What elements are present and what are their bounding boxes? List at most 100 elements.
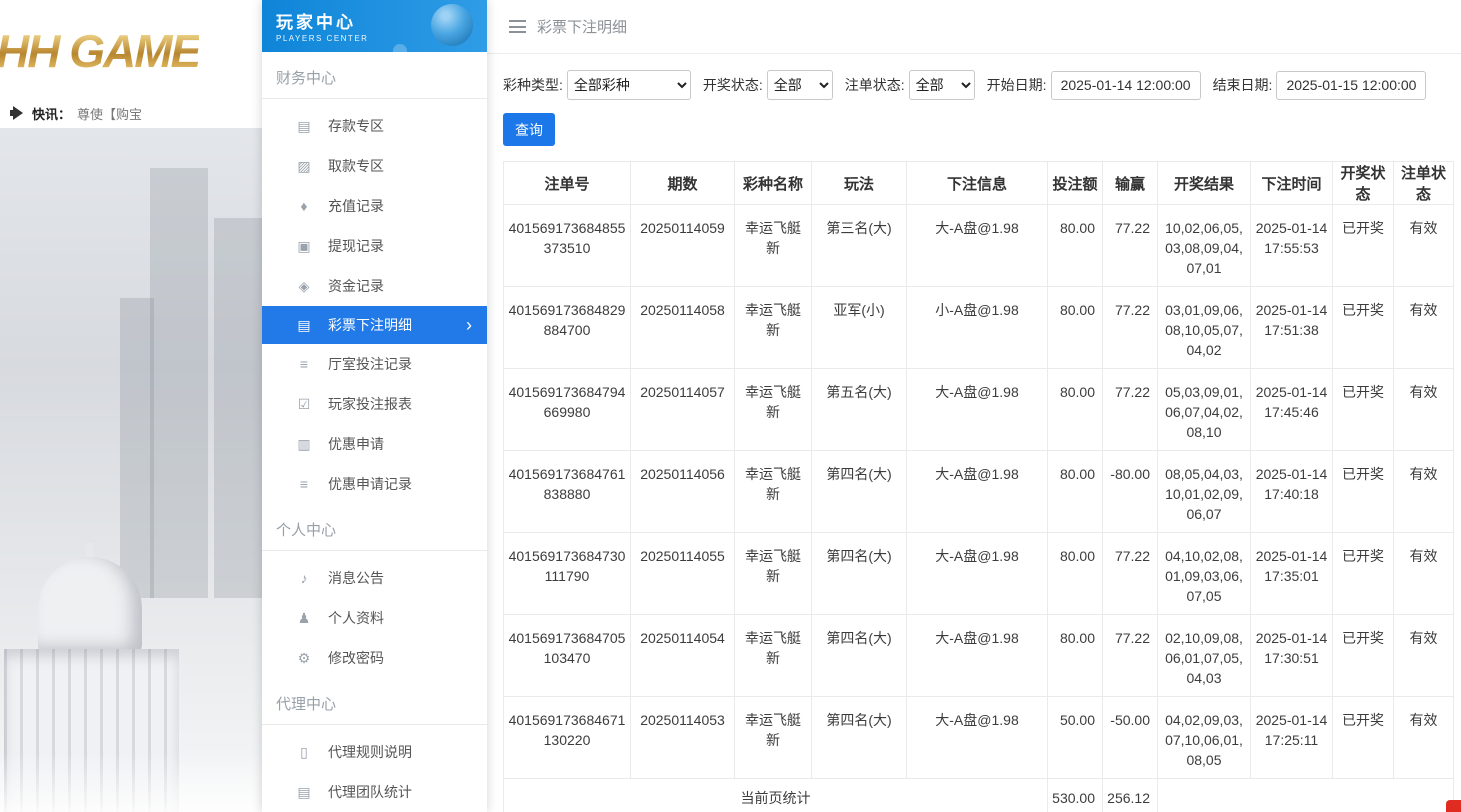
building-silhouette bbox=[214, 218, 262, 598]
cell-bet-info: 大-A盘@1.98 bbox=[907, 451, 1048, 533]
sidebar-item[interactable]: ▤彩票下注明细› bbox=[262, 306, 487, 344]
draw-status-select[interactable]: 全部 bbox=[767, 70, 833, 100]
profile-icon: ♟ bbox=[295, 610, 313, 627]
sidebar-item[interactable]: ▣ 提现记录 bbox=[262, 226, 487, 266]
cell-draw-result: 02,10,09,08,06,01,07,05,04,03 bbox=[1158, 615, 1251, 697]
cell-play-type: 第三名(大) bbox=[812, 205, 907, 287]
draw-status-label: 开奖状态: bbox=[703, 75, 763, 95]
cell-period: 20250114059 bbox=[631, 205, 735, 287]
sidebar-item[interactable]: ▯代理规则说明 bbox=[262, 732, 487, 772]
cell-lottery-name: 幸运飞艇新 bbox=[735, 287, 812, 369]
start-date-label: 开始日期: bbox=[987, 75, 1047, 95]
cell-bet-id: 401569173684829884700 bbox=[504, 287, 631, 369]
promo-apply-icon: ▥ bbox=[295, 436, 313, 453]
end-date-input[interactable] bbox=[1276, 71, 1426, 100]
sidebar-item[interactable]: ♟个人资料 bbox=[262, 598, 487, 638]
sidebar-item[interactable]: ♪消息公告 bbox=[262, 558, 487, 598]
column-header: 期数 bbox=[631, 162, 735, 205]
cell-draw-status: 已开奖 bbox=[1333, 369, 1394, 451]
cell-bet-amount: 80.00 bbox=[1048, 533, 1103, 615]
cell-bet-time: 2025-01-14 17:30:51 bbox=[1251, 615, 1333, 697]
lottery-bet-detail-icon: ▤ bbox=[295, 317, 313, 334]
sidebar-item[interactable]: ≡ 厅室投注记录 bbox=[262, 344, 487, 384]
withdrawal-record-icon: ▣ bbox=[295, 238, 313, 255]
ticker-text: 尊使【购宝 bbox=[77, 104, 142, 123]
sidebar-item-label: 代理规则说明 bbox=[328, 742, 412, 762]
sidebar-item[interactable]: ☑玩家投注报表 bbox=[262, 384, 487, 424]
announcement-icon: ♪ bbox=[295, 570, 313, 586]
lottery-type-label: 彩种类型: bbox=[503, 75, 563, 95]
end-date-label: 结束日期: bbox=[1213, 75, 1273, 95]
column-header: 输赢 bbox=[1103, 162, 1158, 205]
sidebar-item[interactable]: ▨取款专区 bbox=[262, 146, 487, 186]
sidebar-item-label: 提现记录 bbox=[328, 236, 384, 256]
cell-bet-info: 大-A盘@1.98 bbox=[907, 697, 1048, 779]
table-row: 40156917368479466998020250114057幸运飞艇新第五名… bbox=[504, 369, 1454, 451]
cell-bet-status: 有效 bbox=[1394, 369, 1454, 451]
player-bet-report-icon: ☑ bbox=[295, 396, 313, 413]
cell-draw-result: 05,03,09,01,06,07,04,02,08,10 bbox=[1158, 369, 1251, 451]
sidebar-item-label: 充值记录 bbox=[328, 196, 384, 216]
sidebar-section-title: 代理中心 bbox=[262, 678, 487, 725]
sidebar-item[interactable]: ▤代理团队统计 bbox=[262, 772, 487, 812]
cell-draw-status: 已开奖 bbox=[1333, 451, 1394, 533]
bet-status-select[interactable]: 全部 bbox=[909, 70, 975, 100]
cell-lottery-name: 幸运飞艇新 bbox=[735, 205, 812, 287]
sidebar-item[interactable]: ◈资金记录 bbox=[262, 266, 487, 306]
start-date-input[interactable] bbox=[1051, 71, 1201, 100]
cell-bet-time: 2025-01-14 17:55:53 bbox=[1251, 205, 1333, 287]
cell-bet-amount: 80.00 bbox=[1048, 287, 1103, 369]
cell-win-loss: 77.22 bbox=[1103, 287, 1158, 369]
cell-play-type: 第四名(大) bbox=[812, 697, 907, 779]
table-row: 40156917368473011179020250114055幸运飞艇新第四名… bbox=[504, 533, 1454, 615]
cell-bet-info: 大-A盘@1.98 bbox=[907, 615, 1048, 697]
cell-draw-result: 10,02,06,05,03,08,09,04,07,01 bbox=[1158, 205, 1251, 287]
cell-draw-status: 已开奖 bbox=[1333, 205, 1394, 287]
cell-play-type: 第四名(大) bbox=[812, 615, 907, 697]
cell-bet-status: 有效 bbox=[1394, 287, 1454, 369]
column-header: 开奖状态 bbox=[1333, 162, 1394, 205]
sidebar-item-label: 厅室投注记录 bbox=[328, 354, 412, 374]
sidebar-item[interactable]: ⚙修改密码 bbox=[262, 638, 487, 678]
cell-draw-result: 04,02,09,03,07,10,06,01,08,05 bbox=[1158, 697, 1251, 779]
cell-bet-id: 401569173684794669980 bbox=[504, 369, 631, 451]
cell-period: 20250114058 bbox=[631, 287, 735, 369]
sidebar-item[interactable]: ≡优惠申请记录 bbox=[262, 464, 487, 504]
lottery-type-select[interactable]: 全部彩种 bbox=[567, 70, 691, 100]
players-center-panel: 玩家中心 PLAYERS CENTER 财务中心▤存款专区▨取款专区♦充值记录▣… bbox=[262, 0, 487, 812]
floating-widget-icon[interactable] bbox=[1446, 800, 1461, 812]
sidebar-item[interactable]: ▥优惠申请 bbox=[262, 424, 487, 464]
column-header: 投注额 bbox=[1048, 162, 1103, 205]
column-header: 玩法 bbox=[812, 162, 907, 205]
cell-draw-result: 08,05,04,03,10,01,02,09,06,07 bbox=[1158, 451, 1251, 533]
query-button[interactable]: 查询 bbox=[503, 113, 555, 146]
bets-table-wrap: 注单号期数彩种名称玩法下注信息投注额输赢开奖结果下注时间开奖状态注单状态4015… bbox=[503, 161, 1447, 812]
column-header: 下注时间 bbox=[1251, 162, 1333, 205]
site-logo: HH GAME bbox=[0, 24, 199, 78]
sidebar-section-title: 财务中心 bbox=[262, 52, 487, 99]
column-header: 彩种名称 bbox=[735, 162, 812, 205]
hall-bet-record-icon: ≡ bbox=[295, 356, 313, 372]
ticker-label: 快讯： bbox=[32, 104, 71, 123]
sidebar-item-label: 存款专区 bbox=[328, 116, 384, 136]
bet-status-label: 注单状态: bbox=[845, 75, 905, 95]
cell-win-loss: -80.00 bbox=[1103, 451, 1158, 533]
cell-bet-status: 有效 bbox=[1394, 451, 1454, 533]
menu-icon[interactable] bbox=[509, 20, 526, 33]
cell-bet-time: 2025-01-14 17:40:18 bbox=[1251, 451, 1333, 533]
cell-bet-info: 大-A盘@1.98 bbox=[907, 533, 1048, 615]
cell-bet-status: 有效 bbox=[1394, 205, 1454, 287]
sidebar-item[interactable]: ▤存款专区 bbox=[262, 106, 487, 146]
cell-bet-id: 401569173684705103470 bbox=[504, 615, 631, 697]
sidebar-item[interactable]: ♦充值记录 bbox=[262, 186, 487, 226]
cell-draw-status: 已开奖 bbox=[1333, 533, 1394, 615]
cell-draw-status: 已开奖 bbox=[1333, 287, 1394, 369]
bets-table: 注单号期数彩种名称玩法下注信息投注额输赢开奖结果下注时间开奖状态注单状态4015… bbox=[503, 161, 1454, 812]
building-silhouette bbox=[120, 298, 154, 598]
cell-lottery-name: 幸运飞艇新 bbox=[735, 533, 812, 615]
cell-draw-result: 03,01,09,06,08,10,05,07,04,02 bbox=[1158, 287, 1251, 369]
cell-play-type: 亚军(小) bbox=[812, 287, 907, 369]
sidebar-section-title: 个人中心 bbox=[262, 504, 487, 551]
cell-bet-time: 2025-01-14 17:25:11 bbox=[1251, 697, 1333, 779]
cell-win-loss: 77.22 bbox=[1103, 615, 1158, 697]
